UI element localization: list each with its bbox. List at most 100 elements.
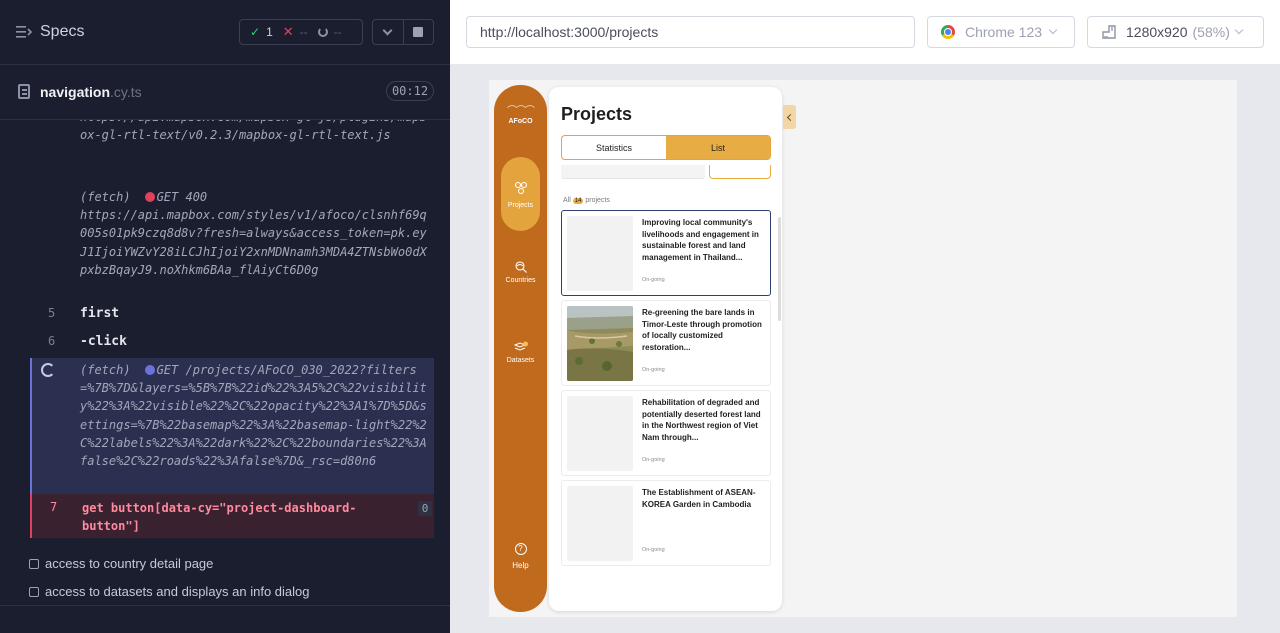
command-text: first (80, 306, 120, 321)
collapse-panel-button[interactable] (783, 105, 796, 129)
spec-file-ext: .cy.ts (110, 84, 142, 100)
element-count-badge: 0 (418, 501, 432, 516)
cross-icon: ✕ (282, 24, 294, 39)
test-title: access to country detail page (45, 556, 214, 571)
error-status-dot-icon (144, 192, 155, 202)
fetch-url: /projects/AFoCO_030_2022?filters=%7B%7D&… (80, 363, 427, 469)
pending-stat: -- (308, 25, 342, 39)
pending-count: -- (333, 25, 342, 39)
spec-duration: 00:12 (386, 81, 434, 101)
project-image (567, 396, 633, 471)
url-text: http://localhost:3000/projects (480, 24, 659, 40)
project-title: Improving local community's livelihoods … (642, 218, 759, 262)
nav-datasets[interactable]: Datasets (501, 340, 540, 370)
test-item[interactable]: access to datasets and displays an info … (29, 584, 310, 599)
chevron-down-icon (1234, 25, 1244, 35)
log-command-7-failed[interactable]: 7 get button[data-cy="project-dashboard-… (30, 494, 434, 538)
projects-icon (514, 181, 527, 195)
nav-label: Help (512, 561, 529, 570)
document-icon (18, 84, 30, 99)
project-title: Rehabilitation of degraded and potential… (642, 398, 761, 442)
browser-selector[interactable]: Chrome 123 (927, 16, 1075, 48)
nav-label: Datasets (506, 357, 535, 364)
fetch-method: GET 400 (156, 190, 208, 204)
nav-label: Countries (505, 277, 536, 284)
fetch-prefix: (fetch) (80, 363, 131, 377)
log-entry-pending-fetch[interactable]: (fetch) GET /projects/AFoCO_030_2022?filt… (30, 358, 434, 494)
stop-icon (413, 27, 424, 37)
url-bar[interactable]: http://localhost:3000/projects (466, 16, 915, 48)
command-text: -click (80, 334, 127, 349)
projects-panel: Projects Statistics List All 14 projects… (549, 87, 782, 611)
project-card[interactable]: Rehabilitation of degraded and potential… (561, 390, 771, 476)
afoco-logo[interactable]: ⌒⌒⌒ AFoCO (494, 107, 547, 126)
spec-file-row[interactable]: navigation.cy.ts 00:12 (0, 65, 450, 120)
command-log-panel: Specs ✓ 1 ✕ -- -- navigation.cy.ts 00:12… (0, 0, 450, 633)
command-text: get button[data-cy="project-dashboard-bu… (82, 501, 357, 533)
project-title: The Establishment of ASEAN-KOREA Garden … (642, 488, 756, 509)
chrome-icon (941, 25, 955, 39)
command-number: 6 (48, 334, 56, 348)
specs-title[interactable]: Specs (40, 23, 84, 41)
app-sidebar: ⌒⌒⌒ AFoCO Projects Countries Datasets ? … (494, 85, 547, 612)
failed-count: -- (299, 25, 308, 39)
nav-countries[interactable]: Countries (501, 260, 540, 290)
command-log: https://api.mapbox.com/mapbox-gl-js/plug… (30, 120, 434, 538)
pending-status-dot-icon (144, 365, 155, 375)
project-status: On-going (642, 457, 665, 463)
nav-projects[interactable]: Projects (501, 157, 540, 231)
project-card[interactable]: Improving local community's livelihoods … (561, 210, 771, 296)
aut-header: http://localhost:3000/projects Chrome 12… (450, 0, 1280, 64)
nav-help[interactable]: ? Help (501, 543, 540, 573)
ruler-icon (1102, 25, 1116, 39)
runner-header: Specs ✓ 1 ✕ -- -- (0, 0, 450, 65)
page-title: Projects (561, 104, 633, 124)
tab-statistics[interactable]: Statistics (562, 136, 666, 159)
search-input[interactable] (561, 165, 705, 179)
expand-button[interactable] (373, 20, 403, 44)
filters-button[interactable] (709, 165, 771, 179)
spec-file-name[interactable]: navigation.cy.ts (40, 84, 142, 100)
landscape-photo-icon (567, 306, 633, 381)
chevron-down-icon (382, 25, 393, 35)
zoom-level: (58%) (1192, 24, 1230, 40)
test-item[interactable]: access to country detail page (29, 556, 213, 571)
list-scrollbar[interactable] (778, 217, 781, 321)
fetch-prefix: (fetch) (80, 190, 131, 204)
logo-text: AFoCO (508, 118, 533, 125)
chevron-left-icon (786, 113, 795, 121)
project-card[interactable]: The Establishment of ASEAN-KOREA Garden … (561, 480, 771, 566)
specs-list-icon[interactable] (16, 25, 32, 39)
log-fetch-text: (fetch) GET /projects/AFoCO_030_2022?filt… (80, 361, 430, 470)
runner-controls (372, 19, 434, 45)
stop-button[interactable] (402, 20, 434, 44)
log-command-5[interactable]: 5 first (30, 306, 434, 326)
test-title: access to datasets and displays an info … (45, 584, 310, 599)
log-command-6[interactable]: 6 -click (30, 334, 434, 354)
tab-list[interactable]: List (666, 136, 770, 159)
browser-name: Chrome 123 (965, 24, 1043, 40)
viewport-size: 1280x920 (1126, 24, 1188, 40)
logo-mark-icon: ⌒⌒⌒ (507, 106, 535, 117)
test-stats: ✓ 1 ✕ -- -- (239, 19, 363, 45)
project-card[interactable]: Re-greening the bare lands in Timor-Lest… (561, 300, 771, 386)
fetch-url: https://api.mapbox.com/styles/v1/afoco/c… (80, 208, 427, 277)
count-prefix: All (563, 197, 571, 204)
loading-spinner-icon (41, 363, 55, 377)
project-image (567, 486, 633, 561)
app-viewport: ⌒⌒⌒ AFoCO Projects Countries Datasets ? … (489, 80, 1237, 617)
pending-spinner-icon (317, 27, 328, 37)
log-fetch-text: (fetch) GET 400 https://api.mapbox.com/st… (80, 188, 430, 279)
divider (0, 605, 450, 606)
failed-stat: ✕ -- (273, 24, 308, 40)
chevron-down-icon (1048, 25, 1058, 35)
log-url: https://api.mapbox.com/mapbox-gl-js/plug… (80, 120, 427, 143)
project-status: On-going (642, 277, 665, 283)
projects-count: All 14 projects (563, 197, 610, 204)
help-icon: ? (514, 543, 527, 555)
datasets-icon (513, 341, 528, 351)
viewport-selector[interactable]: 1280x920 (58%) (1087, 16, 1264, 48)
count-suffix: projects (585, 197, 610, 204)
passed-stat: ✓ 1 (240, 25, 273, 39)
nav-label: Projects (507, 202, 534, 209)
